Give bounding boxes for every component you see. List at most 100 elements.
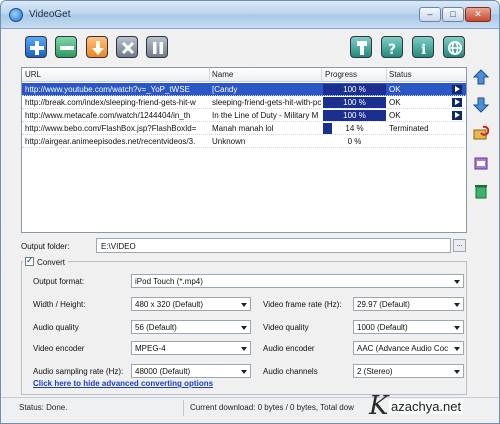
about-button[interactable]: i [412, 36, 434, 58]
width-height-label: Width / Height: [33, 300, 86, 309]
download-progress-bar: 100 % [323, 97, 386, 108]
download-name: sleeping-friend-gets-hit-with-pc [212, 98, 322, 107]
download-url: http://www.bebo.com/FlashBox.jsp?FlashBo… [25, 124, 197, 133]
help-button[interactable]: ? [381, 36, 403, 58]
output-folder-label: Output folder: [21, 242, 70, 251]
audio-encoder-label: Audio encoder [263, 344, 315, 353]
audio-quality-value: 56 (Default) [135, 323, 177, 332]
download-name: Unknown [212, 137, 246, 146]
checkbox-checked-icon[interactable] [25, 255, 34, 266]
width-height-select[interactable]: 480 x 320 (Default) [131, 297, 251, 311]
pause-icon [153, 42, 163, 54]
download-list-header: URL Name Progress Status [22, 68, 466, 82]
download-url: http://break.com/index/sleeping-friend-g… [25, 98, 196, 107]
convert-icon[interactable] [473, 155, 489, 171]
audio-encoder-value: AAC (Advance Audio Coc [357, 344, 449, 353]
video-encoder-label: Video encoder [33, 344, 85, 353]
chevron-down-icon [454, 370, 460, 374]
site-watermark: K azachya.net [369, 391, 489, 421]
settings-button[interactable] [350, 36, 372, 58]
remove-download-button[interactable] [55, 36, 77, 58]
watermark-text: azachya.net [389, 399, 464, 414]
start-download-button[interactable] [86, 36, 108, 58]
download-progress-text: 100 % [343, 111, 366, 120]
app-logo-icon [9, 8, 23, 22]
play-icon[interactable] [452, 98, 462, 107]
sampling-rate-label: Audio sampling rate (Hz): [33, 367, 124, 376]
add-download-button[interactable] [25, 36, 47, 58]
chevron-down-icon [241, 370, 247, 374]
download-url: http://www.metacafe.com/watch/1244404/in… [25, 111, 191, 120]
download-row[interactable]: http://airgear.animeepisodes.net/recentv… [22, 135, 466, 148]
download-status: Terminated [389, 124, 429, 133]
column-header-status[interactable]: Status [389, 70, 412, 79]
chevron-down-icon [454, 326, 460, 330]
maximize-button[interactable]: □ [442, 7, 464, 22]
chevron-down-icon [454, 280, 460, 284]
plus-icon [30, 41, 44, 55]
chevron-down-icon [241, 303, 247, 307]
video-quality-label: Video quality [263, 323, 309, 332]
download-status: OK [389, 98, 401, 107]
play-icon[interactable] [452, 85, 462, 94]
download-progress-bar: 14 % [323, 123, 386, 134]
download-row[interactable]: http://www.youtube.com/watch?v=_YoP_tWSE… [22, 83, 466, 96]
watermark-k: K [369, 391, 389, 421]
browse-folder-button[interactable]: ... [453, 239, 466, 252]
audio-quality-select[interactable]: 56 (Default) [131, 320, 251, 334]
download-progress-bar: 0 % [323, 136, 386, 147]
column-header-name[interactable]: Name [212, 70, 233, 79]
download-row[interactable]: http://www.bebo.com/FlashBox.jsp?FlashBo… [22, 122, 466, 135]
move-up-arrow-icon[interactable] [473, 69, 489, 85]
stop-download-button[interactable] [116, 36, 138, 58]
frame-rate-select[interactable]: 29.97 (Default) [353, 297, 464, 311]
download-row[interactable]: http://break.com/index/sleeping-friend-g… [22, 96, 466, 109]
download-status: OK [389, 85, 401, 94]
question-mark-icon: ? [388, 42, 396, 56]
column-header-url[interactable]: URL [25, 70, 41, 79]
frame-rate-label: Video frame rate (Hz): [263, 300, 342, 309]
status-text: Status: Done. [19, 403, 68, 412]
output-format-select[interactable]: iPod Touch (*.mp4) [131, 274, 464, 288]
globe-icon [448, 41, 462, 55]
title-bar: VideoGet – □ ✕ [1, 1, 499, 29]
column-header-progress[interactable]: Progress [325, 70, 357, 79]
audio-quality-label: Audio quality [33, 323, 79, 332]
audio-channels-select[interactable]: 2 (Stereo) [353, 364, 464, 378]
audio-encoder-select[interactable]: AAC (Advance Audio Coc [353, 341, 464, 355]
play-icon[interactable] [452, 111, 462, 120]
audio-channels-label: Audio channels [263, 367, 318, 376]
video-encoder-select[interactable]: MPEG-4 [131, 341, 251, 355]
video-quality-value: 1000 (Default) [357, 323, 408, 332]
frame-rate-value: 29.97 (Default) [357, 300, 410, 309]
close-button[interactable]: ✕ [465, 7, 491, 22]
download-list[interactable]: URL Name Progress Status http://www.yout… [21, 67, 467, 233]
convert-checkbox[interactable]: Convert [23, 255, 69, 267]
output-folder-row: Output folder: E:\VIDEO ... [21, 238, 467, 254]
pause-download-button[interactable] [146, 36, 168, 58]
video-quality-select[interactable]: 1000 (Default) [353, 320, 464, 334]
download-url: http://airgear.animeepisodes.net/recentv… [25, 137, 196, 146]
video-encoder-value: MPEG-4 [135, 344, 166, 353]
website-button[interactable] [443, 36, 465, 58]
download-progress-text: 14 % [345, 124, 364, 133]
minus-icon [60, 46, 74, 50]
download-progress-text: 100 % [343, 98, 366, 107]
download-progress-summary: Current download: 0 bytes / 0 bytes, Tot… [190, 403, 354, 412]
recycle-bin-icon[interactable] [473, 183, 489, 199]
move-down-arrow-icon[interactable] [473, 97, 489, 113]
minimize-button[interactable]: – [419, 7, 441, 22]
chevron-down-icon [241, 347, 247, 351]
download-progress-text: 100 % [343, 85, 366, 94]
download-status: OK [389, 111, 401, 120]
sampling-rate-select[interactable]: 48000 (Default) [131, 364, 251, 378]
svg-text:?: ? [388, 42, 396, 56]
output-format-label: Output format: [33, 277, 85, 286]
hide-advanced-options-link[interactable]: Click here to hide advanced converting o… [33, 379, 213, 388]
download-row[interactable]: http://www.metacafe.com/watch/1244404/in… [22, 109, 466, 122]
chevron-down-icon [454, 303, 460, 307]
audio-channels-value: 2 (Stereo) [357, 367, 393, 376]
output-folder-field[interactable]: E:\VIDEO [96, 238, 451, 253]
folder-refresh-icon[interactable] [473, 125, 489, 141]
stop-x-icon [121, 41, 135, 55]
